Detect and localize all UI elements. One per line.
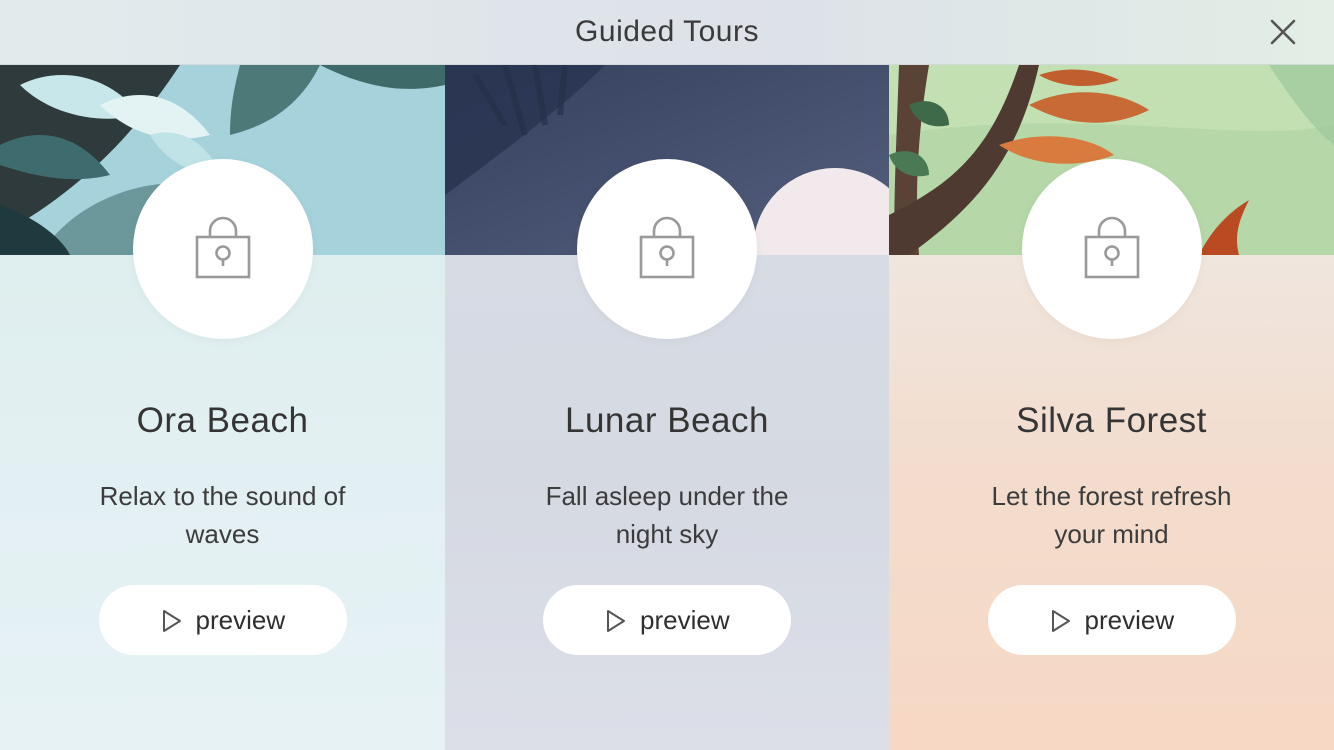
preview-button[interactable]: preview [543,585,791,655]
lock-badge [1021,159,1202,339]
tour-title: Ora Beach [136,401,309,440]
tour-title: Lunar Beach [565,401,769,440]
preview-label: preview [1084,605,1175,635]
lock-badge [577,159,757,339]
preview-button[interactable]: preview [98,585,347,655]
tour-description: Let the forest refresh your mind [991,481,1232,549]
play-icon [1051,609,1071,633]
tour-card-silva-forest[interactable]: Silva Forest Let the forest refresh your… [889,65,1334,750]
header-bar: Guided Tours [0,0,1334,65]
preview-label: preview [640,605,730,635]
tour-card-ora-beach[interactable]: Ora Beach Relax to the sound of waves pr… [0,65,445,750]
lock-icon [639,216,695,279]
close-button[interactable] [1268,17,1298,47]
close-icon [1270,19,1296,45]
lock-badge [132,159,313,339]
page-title: Guided Tours [575,15,759,48]
tour-description: Fall asleep under the night sky [545,481,789,549]
lock-icon [1084,216,1139,279]
tour-description: Relax to the sound of waves [99,481,346,549]
preview-label: preview [195,605,286,635]
tour-title: Silva Forest [1016,401,1207,440]
play-icon [162,609,182,633]
tour-card-list: Ora Beach Relax to the sound of waves pr… [0,65,1334,750]
play-icon [606,609,626,633]
preview-button[interactable]: preview [987,585,1236,655]
tour-card-lunar-beach[interactable]: Lunar Beach Fall asleep under the night … [445,65,889,750]
lock-icon [195,216,250,279]
